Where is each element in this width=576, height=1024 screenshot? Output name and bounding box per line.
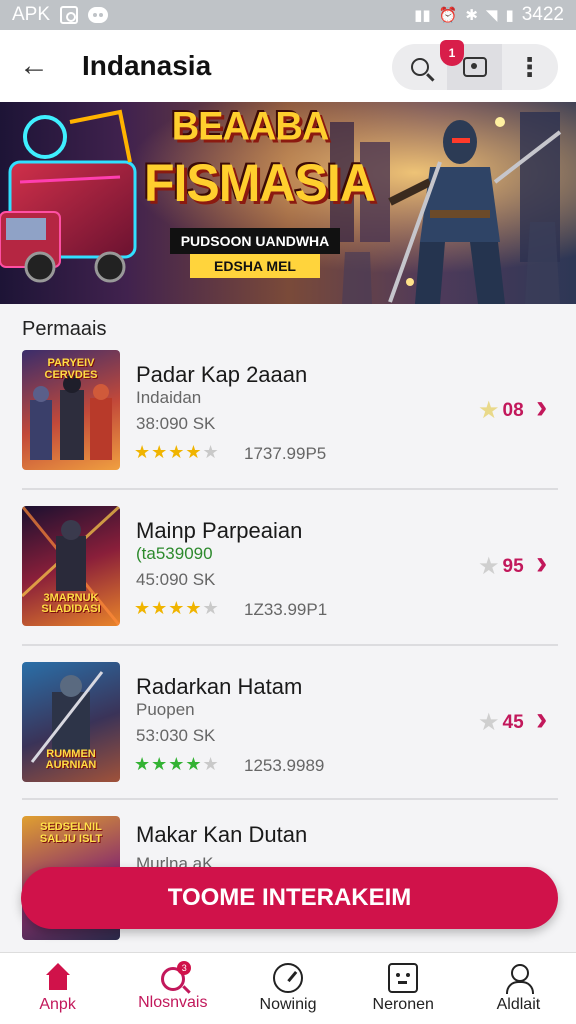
nav-item-library[interactable]: Neronen xyxy=(346,953,461,1024)
rating-stars: ★★★★★ xyxy=(134,598,220,619)
box-icon xyxy=(388,963,419,993)
notification-badge[interactable]: 1 xyxy=(440,40,464,66)
nav-item-home[interactable]: Anpk xyxy=(0,953,115,1024)
app-size: 38:090 SK xyxy=(136,414,216,433)
score-badge: ★ 08 xyxy=(478,396,524,425)
thumbnail-label: 3MARNUK SLADIDASI xyxy=(41,591,101,616)
app-thumbnail: PARYEIV CERVDES xyxy=(22,350,120,470)
app-size: 45:090 SK xyxy=(136,570,216,589)
chevron-right-icon[interactable]: › xyxy=(536,700,547,739)
score-value: 95 xyxy=(502,555,524,577)
app-bar: ← Indanasia ⋮ xyxy=(0,30,576,102)
app-title: Radarkan Hatam xyxy=(136,674,303,699)
app-price: 1737.99P5 xyxy=(244,444,327,463)
more-options-button[interactable]: ⋮ xyxy=(502,44,557,90)
battery-icon: ▮ xyxy=(505,7,514,24)
home-icon xyxy=(43,963,73,993)
star-empty-icon: ★ xyxy=(202,442,220,462)
chevron-right-icon[interactable]: › xyxy=(536,388,547,427)
signal-icon: ▮▮ xyxy=(414,7,431,24)
divider xyxy=(22,488,558,490)
user-icon xyxy=(503,963,535,994)
more-vert-icon: ⋮ xyxy=(516,52,543,82)
app-thumbnail: RUMMEN AURNIAN xyxy=(22,662,120,782)
promo-banner[interactable]: BEAABA FISMASIA PUDSOON UANDWHA EDSHA ME… xyxy=(0,102,576,304)
banner-title-line1: BEAABA xyxy=(171,104,330,150)
list-item[interactable]: 3MARNUK SLADIDASI Mainp Parpeaian (ta539… xyxy=(0,494,576,650)
alarm-icon: ⏰ xyxy=(438,7,458,24)
app-price: 1253.9989 xyxy=(244,756,325,775)
nav-item-search[interactable]: 3 Nlosnvais xyxy=(115,953,230,1024)
banner-strip-primary: PUDSOON UANDWHA xyxy=(170,228,340,254)
star-icon: ★★★★ xyxy=(134,598,203,618)
app-developer: Indaidan xyxy=(136,388,202,407)
nav-label: Nlosnvais xyxy=(138,994,208,1011)
arrow-left-icon: ← xyxy=(19,49,49,82)
primary-cta-button[interactable]: TOOME INTERAKEIM xyxy=(21,867,558,929)
app-size: 53:030 SK xyxy=(136,726,216,745)
bottom-navigation: Anpk 3 Nlosnvais Nowinig Neronen Aldlait xyxy=(0,952,576,1024)
search-button[interactable] xyxy=(392,44,447,90)
divider xyxy=(22,644,558,646)
wifi-icon: ◥ xyxy=(485,7,498,24)
star-icon: ★★★★ xyxy=(134,442,203,462)
score-badge: ★ 95 xyxy=(478,552,524,581)
divider xyxy=(22,798,558,800)
score-value: 45 xyxy=(502,711,524,733)
app-title: Padar Kap 2aaan xyxy=(136,362,308,387)
score-badge: ★ 45 xyxy=(478,708,524,737)
back-button[interactable]: ← xyxy=(0,30,68,102)
gauge-icon xyxy=(273,963,303,993)
nav-label: Nowinig xyxy=(259,996,317,1013)
rating-stars: ★★★★★ xyxy=(134,754,220,775)
score-value: 08 xyxy=(502,399,524,421)
list-item[interactable]: RUMMEN AURNIAN Radarkan Hatam Puopen 53:… xyxy=(0,650,576,806)
toolbar-pill: ⋮ xyxy=(392,44,558,90)
bluetooth-icon: ✱ xyxy=(465,7,478,24)
star-icon: ★ xyxy=(478,709,500,736)
app-title: Makar Kan Dutan xyxy=(136,822,308,847)
app-price: 1Z33.99P1 xyxy=(244,600,328,619)
photo-icon xyxy=(60,6,79,24)
nav-label: Anpk xyxy=(39,996,76,1013)
thumbnail-label: SEDSELNIL SALJU ISLT xyxy=(39,821,103,845)
nav-label: Neronen xyxy=(372,996,434,1013)
thumbnail-label: RUMMEN AURNIAN xyxy=(45,747,97,772)
nav-item-profile[interactable]: Aldlait xyxy=(461,953,576,1024)
cast-icon xyxy=(462,57,487,77)
rating-stars: ★★★★★ xyxy=(134,442,220,463)
list-item[interactable]: PARYEIV CERVDES Padar Kap 2aaan Indaidan… xyxy=(0,338,576,494)
status-time: 3422 xyxy=(521,4,564,25)
star-icon: ★ xyxy=(478,553,500,580)
chevron-right-icon[interactable]: › xyxy=(536,544,547,583)
banner-title-line2: FISMASIA xyxy=(144,153,376,213)
thumbnail-label: PARYEIV CERVDES xyxy=(44,357,98,381)
nav-label: Aldlait xyxy=(496,996,541,1013)
star-empty-icon: ★ xyxy=(202,754,220,774)
page-title: Indanasia xyxy=(82,50,212,81)
search-icon xyxy=(410,58,429,76)
status-left-text: APK xyxy=(12,4,51,25)
status-bar: APK ▮▮ ⏰ ✱ ◥ ▮ 3422 xyxy=(0,0,576,30)
star-icon: ★ xyxy=(478,397,500,424)
nav-item-trending[interactable]: Nowinig xyxy=(230,953,345,1024)
nav-badge: 3 xyxy=(177,961,192,975)
app-developer: (ta539090 xyxy=(136,544,213,563)
banner-strip-secondary: EDSHA MEL xyxy=(190,254,320,278)
app-thumbnail: 3MARNUK SLADIDASI xyxy=(22,506,120,626)
star-empty-icon: ★ xyxy=(202,598,220,618)
star-icon: ★★★★ xyxy=(134,754,203,774)
pill-icon xyxy=(88,7,109,23)
app-title: Mainp Parpeaian xyxy=(136,518,303,543)
app-developer: Puopen xyxy=(136,700,195,719)
